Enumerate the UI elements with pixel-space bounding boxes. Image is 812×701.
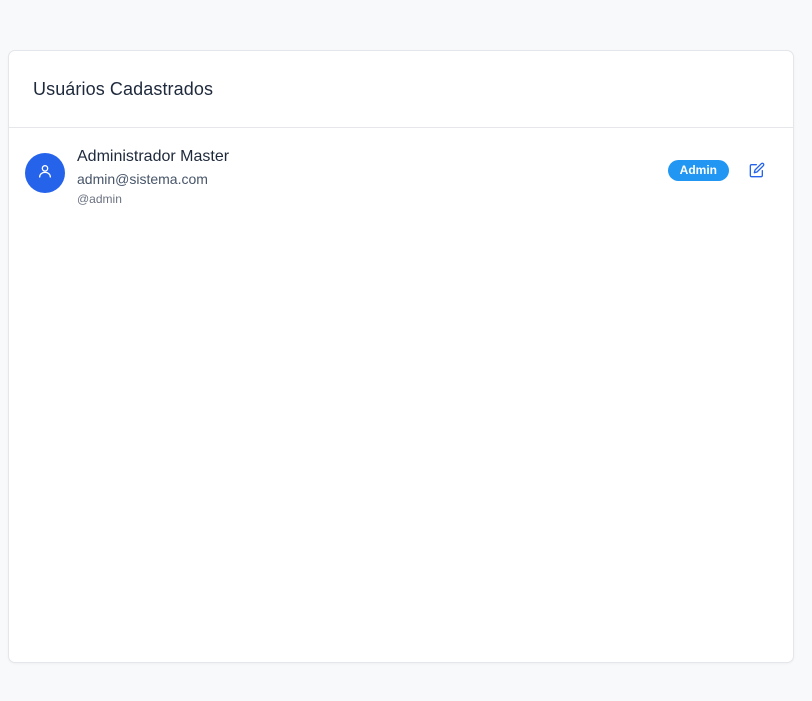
avatar: [25, 153, 65, 193]
edit-user-button[interactable]: [745, 158, 769, 182]
user-info: Administrador Master admin@sistema.com @…: [77, 148, 229, 206]
card-title: Usuários Cadastrados: [33, 78, 214, 99]
users-card: Usuários Cadastrados Administrador Maste…: [8, 50, 794, 663]
role-badge: Admin: [667, 159, 729, 181]
user-name: Administrador Master: [77, 148, 230, 165]
card-header: Usuários Cadastrados: [9, 51, 793, 128]
user-list: Administrador Master admin@sistema.com @…: [9, 128, 793, 218]
user-email: admin@sistema.com: [77, 171, 208, 187]
list-item: Administrador Master admin@sistema.com @…: [9, 128, 793, 218]
user-icon: [37, 163, 53, 184]
user-username: @admin: [77, 192, 122, 206]
row-actions: Admin: [667, 158, 769, 182]
edit-icon: [749, 162, 765, 178]
